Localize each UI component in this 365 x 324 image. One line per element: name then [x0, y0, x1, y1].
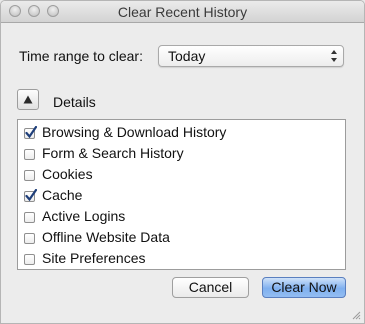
list-item[interactable]: Cookies	[22, 165, 340, 185]
item-label: Active Logins	[42, 208, 126, 224]
list-item[interactable]: Offline Website Data	[22, 228, 340, 248]
cancel-button[interactable]: Cancel	[172, 277, 249, 298]
list-item[interactable]: Cache	[22, 186, 340, 206]
time-range-value: Today	[168, 48, 206, 64]
site-preferences-checkbox[interactable]	[24, 254, 35, 265]
item-label: Cache	[42, 187, 83, 203]
item-label: Site Preferences	[42, 250, 146, 266]
list-item[interactable]: Active Logins	[22, 207, 340, 227]
list-item[interactable]: Form & Search History	[22, 144, 340, 164]
item-label: Offline Website Data	[42, 229, 170, 245]
item-label: Form & Search History	[42, 145, 184, 161]
resize-grip-icon[interactable]	[351, 310, 361, 320]
window-title: Clear Recent History	[117, 4, 248, 20]
cache-checkbox[interactable]	[24, 189, 37, 202]
list-item[interactable]: Browsing & Download History	[22, 123, 340, 143]
time-range-select[interactable]: Today	[158, 45, 344, 67]
form-search-history-checkbox[interactable]	[24, 149, 35, 160]
item-label: Cookies	[42, 166, 93, 182]
item-label: Browsing & Download History	[42, 124, 227, 140]
browsing-history-checkbox[interactable]	[24, 126, 37, 139]
history-items-list: Browsing & Download History Form & Searc…	[17, 119, 346, 270]
clear-history-dialog: Clear Recent History Time range to clear…	[0, 0, 365, 324]
updown-arrows-icon	[331, 50, 337, 62]
offline-website-data-checkbox[interactable]	[24, 233, 35, 244]
details-toggle-button[interactable]	[17, 89, 39, 110]
checkmark-icon	[25, 126, 37, 139]
checkmark-icon	[25, 189, 37, 202]
list-item[interactable]: Site Preferences	[22, 249, 340, 269]
triangle-up-icon	[23, 95, 33, 104]
clear-now-button[interactable]: Clear Now	[262, 277, 346, 298]
active-logins-checkbox[interactable]	[24, 212, 35, 223]
details-label: Details	[53, 94, 96, 110]
time-range-label: Time range to clear:	[19, 48, 143, 64]
title-bar: Clear Recent History	[1, 1, 364, 23]
cookies-checkbox[interactable]	[24, 170, 35, 181]
